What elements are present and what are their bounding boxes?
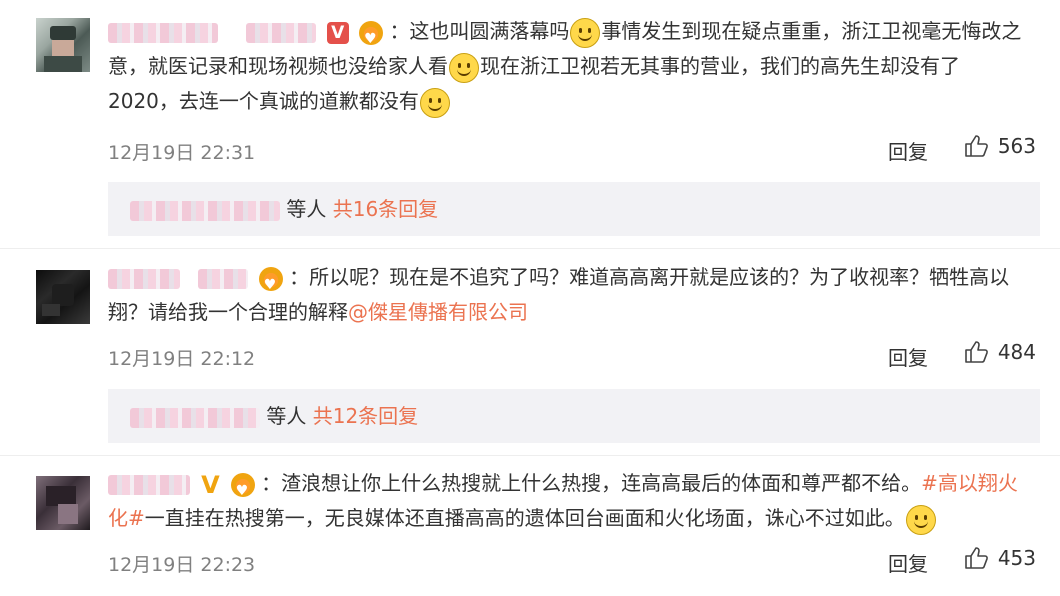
more-replies-count[interactable]: 共12条回复: [313, 404, 418, 428]
comment-date: 12月19日 22:23: [108, 554, 256, 576]
comment-text-part: ：这也叫圆满落幕吗: [389, 19, 570, 43]
thumbs-up-icon: [964, 340, 990, 364]
like-count: 484: [997, 340, 1036, 364]
like-button[interactable]: 484: [964, 340, 1036, 364]
divider: [0, 248, 1060, 249]
more-replies-count[interactable]: 共16条回复: [333, 197, 438, 221]
smile-emoji-icon: [570, 17, 601, 48]
like-button[interactable]: 563: [964, 134, 1036, 158]
smile-emoji-icon: [905, 504, 936, 535]
like-button[interactable]: 453: [964, 546, 1036, 570]
username-blurred[interactable]: [108, 268, 180, 289]
comment-text-part: 一直挂在热搜第一，无良媒体还直播高高的遗体回台画面和火化场面，诛心不过如此。: [144, 506, 905, 530]
comment-text: V ：这也叫圆满落幕吗事情发生到现在疑点重重，浙江卫视毫无悔改之意，就医记录和现…: [108, 14, 1028, 119]
reply-button[interactable]: 回复: [888, 548, 928, 577]
reply-button[interactable]: 回复: [888, 136, 928, 165]
like-count: 453: [997, 546, 1036, 570]
more-replies-bar[interactable]: 等人 共12条回复: [108, 389, 1040, 443]
avatar[interactable]: [36, 270, 90, 324]
username-blurred[interactable]: [246, 22, 317, 43]
comment-text: V ：渣浪想让你上什么热搜就上什么热搜，连高高最后的体面和尊严都不给。#高以翔火…: [108, 466, 1028, 536]
more-replies-suffix: 等人: [266, 404, 307, 428]
avatar[interactable]: [36, 476, 90, 530]
username-blurred[interactable]: [130, 407, 260, 428]
comment-text: ：所以呢？现在是不追究了吗？难道高高离开就是应该的？为了收视率？牺牲高以翔？请给…: [108, 260, 1028, 330]
comment-text-part: ：渣浪想让你上什么热搜就上什么热搜，连高高最后的体面和尊严都不给。: [261, 471, 922, 495]
username-blurred[interactable]: [198, 268, 249, 289]
verified-gold-icon: V: [201, 470, 220, 499]
reply-button[interactable]: 回复: [888, 342, 928, 371]
comment-date: 12月19日 22:31: [108, 142, 256, 164]
username-blurred[interactable]: [130, 200, 280, 221]
username-blurred[interactable]: [108, 474, 190, 495]
avatar[interactable]: [36, 18, 90, 72]
divider: [0, 455, 1060, 456]
fan-medal-icon: [258, 266, 283, 303]
username-blurred[interactable]: [108, 22, 218, 43]
more-replies-bar[interactable]: 等人 共16条回复: [108, 182, 1040, 236]
verified-red-icon: V: [326, 21, 349, 44]
fan-medal-icon: [359, 20, 384, 57]
smile-emoji-icon: [449, 52, 479, 83]
smile-emoji-icon: [419, 87, 450, 118]
fan-medal-icon: [230, 472, 255, 509]
thumbs-up-icon: [964, 134, 990, 158]
comment-date: 12月19日 22:12: [108, 348, 256, 370]
like-count: 563: [997, 134, 1036, 158]
mention-link[interactable]: @傑星傳播有限公司: [348, 300, 528, 324]
more-replies-suffix: 等人: [286, 197, 327, 221]
thumbs-up-icon: [964, 546, 990, 570]
